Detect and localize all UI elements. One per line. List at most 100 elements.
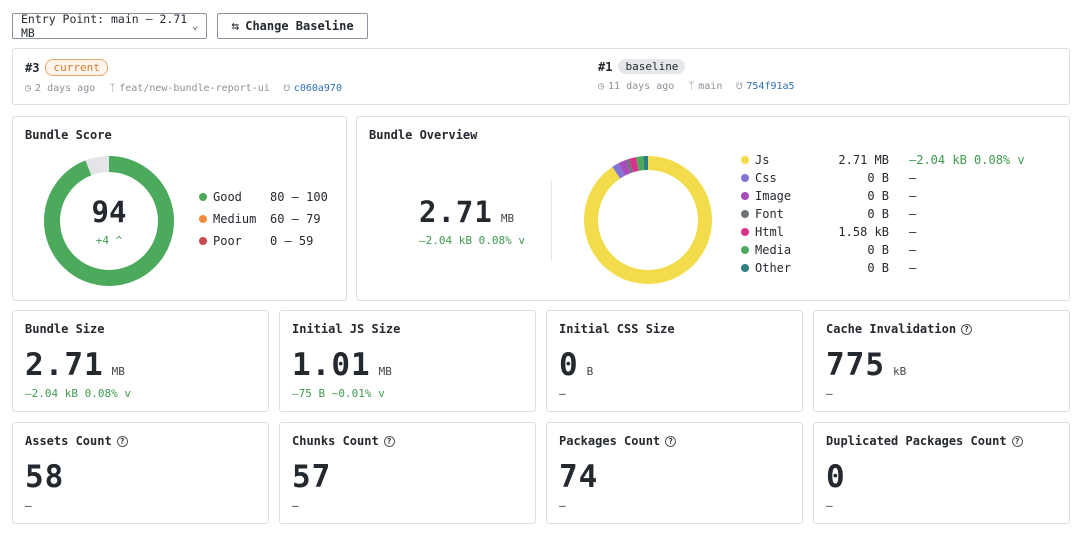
- current-badge: current: [45, 59, 108, 76]
- legend-medium: Medium 60 – 79: [199, 208, 328, 230]
- legend-good: Good 80 – 100: [199, 186, 328, 208]
- overview-donut: [584, 156, 712, 284]
- stat-change: –: [559, 387, 566, 400]
- score-change: +4 ^: [95, 234, 123, 247]
- stat-value: 1.01: [292, 347, 371, 383]
- overview-row-font: Font 0 B –: [741, 205, 1025, 223]
- baseline-build-number: #1: [598, 59, 613, 74]
- stat-value: 0: [559, 347, 579, 383]
- chevron-down-icon: ⌄: [191, 20, 198, 32]
- stat-unit: B: [586, 365, 594, 378]
- current-build: #3 current ◷ 2 days ago ᛉ feat/new-bundle-…: [25, 59, 342, 94]
- score-value: 94: [91, 195, 127, 229]
- current-age: 2 days ago: [35, 83, 96, 94]
- help-icon[interactable]: ?: [116, 435, 128, 447]
- image-dot-icon: [741, 192, 749, 200]
- stat-change: –: [826, 387, 833, 400]
- help-icon[interactable]: ?: [665, 435, 677, 447]
- overview-total-unit: MB: [500, 212, 515, 225]
- stat-value: 775: [826, 347, 885, 383]
- good-dot-icon: [199, 193, 207, 201]
- stat-card-initial-js-size: Initial JS Size 1.01 MB –75 B ~0.01% v: [279, 310, 536, 412]
- entry-point-select[interactable]: Entry Point: main – 2.71 MB ⌄: [12, 12, 207, 40]
- stat-value: 2.71: [25, 347, 104, 383]
- donut-slice-js: [584, 156, 712, 284]
- overview-total: 2.71 MB: [419, 195, 514, 229]
- stat-card-assets-count: Assets Count? 58 –: [12, 422, 269, 524]
- stat-title: Initial CSS Size: [559, 322, 675, 336]
- overview-total-value: 2.71: [419, 195, 493, 229]
- commit-icon: ☋: [736, 81, 743, 92]
- entry-point-label: Entry Point: main – 2.71 MB: [21, 12, 188, 40]
- bundle-overview-title: Bundle Overview: [369, 128, 478, 142]
- stat-value: 58: [25, 459, 65, 495]
- stat-title: Duplicated Packages Count: [826, 434, 1007, 448]
- stat-change: –2.04 kB 0.08% v: [25, 387, 131, 400]
- stat-card-cache-invalidation: Cache Invalidation? 775 kB –: [813, 310, 1070, 412]
- baseline-commit-link[interactable]: 754f91a5: [746, 81, 794, 92]
- help-icon[interactable]: ?: [1011, 435, 1023, 447]
- stat-card-packages-count: Packages Count? 74 –: [546, 422, 803, 524]
- divider: [551, 181, 552, 261]
- stat-title: Bundle Size: [25, 322, 105, 336]
- clock-icon: ◷: [598, 81, 605, 92]
- overview-legend: Js 2.71 MB –2.04 kB 0.08% v Css 0 B – Im…: [741, 151, 1025, 277]
- bundle-score-card: Bundle Score 94 +4 ^ Good 80 – 100 Mediu…: [12, 116, 347, 301]
- stat-title: Chunks Count: [292, 434, 379, 448]
- help-icon[interactable]: ?: [383, 435, 395, 447]
- score-legend: Good 80 – 100 Medium 60 – 79 Poor 0 – 59: [199, 186, 328, 252]
- baseline-age: 11 days ago: [608, 81, 675, 92]
- medium-dot-icon: [199, 215, 207, 223]
- stat-change: –: [559, 499, 566, 512]
- html-dot-icon: [741, 228, 749, 236]
- stat-title: Packages Count: [559, 434, 661, 448]
- poor-dot-icon: [199, 237, 207, 245]
- overview-row-media: Media 0 B –: [741, 241, 1025, 259]
- bundle-score-title: Bundle Score: [25, 128, 112, 142]
- stat-card-chunks-count: Chunks Count? 57 –: [279, 422, 536, 524]
- js-dot-icon: [741, 156, 749, 164]
- baseline-build: #1 baseline ◷ 11 days ago ᛉ main ☋ 754f91a5: [598, 59, 795, 92]
- current-commit-link[interactable]: c060a970: [294, 83, 342, 94]
- stat-value: 57: [292, 459, 332, 495]
- clock-icon: ◷: [25, 83, 32, 94]
- current-branch: feat/new-bundle-report-ui: [119, 83, 270, 94]
- other-dot-icon: [741, 264, 749, 272]
- stat-value: 74: [559, 459, 599, 495]
- commit-icon: ☋: [283, 83, 290, 94]
- change-baseline-label: Change Baseline: [245, 19, 354, 33]
- help-icon[interactable]: ?: [961, 323, 973, 335]
- overview-row-html: Html 1.58 kB –: [741, 223, 1025, 241]
- stat-change: –: [25, 499, 32, 512]
- baseline-branch: main: [698, 81, 723, 92]
- overview-row-js: Js 2.71 MB –2.04 kB 0.08% v: [741, 151, 1025, 169]
- stat-change: –75 B ~0.01% v: [292, 387, 385, 400]
- bundle-overview-card: Bundle Overview 2.71 MB –2.04 kB 0.08% v…: [356, 116, 1070, 301]
- branch-icon: ᛉ: [109, 83, 116, 94]
- stat-unit: MB: [378, 365, 392, 378]
- font-dot-icon: [741, 210, 749, 218]
- build-compare-header: #3 current ◷ 2 days ago ᛉ feat/new-bundle-…: [12, 48, 1070, 105]
- current-build-number: #3: [25, 60, 40, 75]
- stat-unit: MB: [111, 365, 125, 378]
- stat-title: Initial JS Size: [292, 322, 401, 336]
- stat-unit: kB: [893, 365, 907, 378]
- stat-card-duplicated-packages-count: Duplicated Packages Count? 0 –: [813, 422, 1070, 524]
- stat-title: Assets Count: [25, 434, 112, 448]
- stat-change: –: [826, 499, 833, 512]
- stat-card-bundle-size: Bundle Size 2.71 MB –2.04 kB 0.08% v: [12, 310, 269, 412]
- change-baseline-button[interactable]: ⇆ Change Baseline: [217, 13, 368, 39]
- overview-row-image: Image 0 B –: [741, 187, 1025, 205]
- swap-arrows-icon: ⇆: [231, 18, 240, 34]
- media-dot-icon: [741, 246, 749, 254]
- overview-total-change: –2.04 kB 0.08% v: [419, 234, 525, 247]
- css-dot-icon: [741, 174, 749, 182]
- stat-change: –: [292, 499, 299, 512]
- branch-icon: ᛉ: [688, 81, 695, 92]
- overview-row-css: Css 0 B –: [741, 169, 1025, 187]
- stat-value: 0: [826, 459, 846, 495]
- baseline-badge: baseline: [618, 59, 686, 74]
- legend-poor: Poor 0 – 59: [199, 230, 328, 252]
- overview-row-other: Other 0 B –: [741, 259, 1025, 277]
- stat-card-initial-css-size: Initial CSS Size 0B –: [546, 310, 803, 412]
